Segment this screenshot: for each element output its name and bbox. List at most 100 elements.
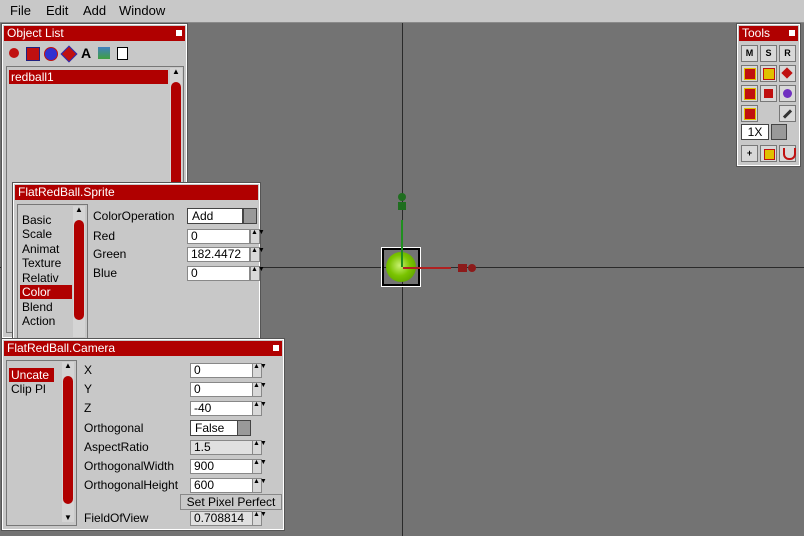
- scroll-thumb[interactable]: [74, 220, 84, 320]
- x-axis-arrow-icon[interactable]: [403, 267, 451, 269]
- menu-file[interactable]: File: [10, 3, 31, 18]
- attach-icon[interactable]: [741, 65, 758, 82]
- close-icon[interactable]: [789, 30, 795, 36]
- orthogonal-height-stepper[interactable]: ▲▼: [252, 478, 267, 493]
- close-icon[interactable]: [176, 30, 182, 36]
- list-item[interactable]: redball1: [9, 70, 168, 84]
- model-icon[interactable]: [42, 45, 58, 61]
- snap-grid-icon[interactable]: +: [741, 145, 758, 162]
- category-animat[interactable]: Animat: [20, 242, 72, 256]
- category-texture[interactable]: Texture: [20, 256, 72, 270]
- object-list-toolbar: A: [6, 44, 146, 63]
- orthogonal-height-field[interactable]: 600: [190, 478, 253, 493]
- tools-window: Tools M S R 1X +: [736, 23, 801, 167]
- sprite-add-icon[interactable]: [6, 45, 22, 61]
- link-icon[interactable]: [760, 85, 777, 102]
- category-action[interactable]: Action: [20, 314, 72, 328]
- sprite-window-titlebar[interactable]: FlatRedBall.Sprite: [15, 185, 258, 200]
- detach-icon[interactable]: [760, 65, 777, 82]
- empty-tool-slot: [760, 105, 777, 122]
- menu-add[interactable]: Add: [83, 3, 106, 18]
- category-relativ[interactable]: Relativ: [20, 271, 72, 285]
- x-stepper[interactable]: ▲▼: [252, 363, 267, 378]
- red-stepper[interactable]: ▲▼: [250, 229, 265, 244]
- y-label: Y: [84, 382, 93, 396]
- scroll-up-icon[interactable]: ▲: [63, 362, 73, 370]
- category-color[interactable]: Color: [20, 285, 72, 299]
- text-object-icon[interactable]: A: [78, 45, 94, 61]
- category-clip-pl[interactable]: Clip Pl: [9, 382, 54, 396]
- texture-icon[interactable]: [741, 105, 758, 122]
- sprite-category-scrollbar[interactable]: ▲: [73, 206, 85, 337]
- orthogonal-width-field[interactable]: 900: [190, 459, 253, 474]
- sprite-grid-icon[interactable]: [24, 45, 40, 61]
- orthogonal-height-label: OrthogonalHeight: [84, 478, 179, 492]
- y-axis-arrow-icon[interactable]: [401, 220, 403, 267]
- x-field[interactable]: 0: [190, 363, 253, 378]
- blue-stepper[interactable]: ▲▼: [250, 266, 265, 281]
- orthogonal-dropdown-icon[interactable]: [237, 420, 251, 436]
- z-field[interactable]: -40: [190, 401, 253, 416]
- green-stepper[interactable]: ▲▼: [250, 247, 265, 262]
- category-uncate[interactable]: Uncate: [9, 368, 54, 382]
- field-of-view-stepper[interactable]: ▲▼: [252, 511, 267, 526]
- color-operation-dropdown-icon[interactable]: [243, 208, 257, 224]
- tools-titlebar[interactable]: Tools: [739, 26, 798, 41]
- camera-window-titlebar[interactable]: FlatRedBall.Camera: [4, 341, 282, 356]
- red-field[interactable]: 0: [187, 229, 250, 244]
- sprite-properties-window: FlatRedBall.Sprite Basic Scale Animat Te…: [12, 182, 265, 346]
- object-list-titlebar[interactable]: Object List: [4, 26, 185, 41]
- orthogonal-width-label: OrthogonalWidth: [84, 459, 175, 473]
- paint-icon[interactable]: [779, 85, 796, 102]
- delete-icon[interactable]: [779, 65, 796, 82]
- aspect-ratio-stepper[interactable]: ▲▼: [252, 440, 267, 455]
- y-field[interactable]: 0: [190, 382, 253, 397]
- bound-icon[interactable]: [760, 145, 777, 162]
- category-scale[interactable]: Scale: [20, 227, 72, 241]
- scroll-thumb[interactable]: [63, 376, 73, 504]
- aspect-ratio-label: AspectRatio: [84, 440, 149, 454]
- menu-window[interactable]: Window: [119, 3, 165, 18]
- rotate-tool-button[interactable]: R: [779, 45, 796, 62]
- green-label: Green: [93, 247, 127, 261]
- zoom-level-button[interactable]: 1X: [741, 124, 769, 140]
- y-stepper[interactable]: ▲▼: [252, 382, 267, 397]
- close-icon[interactable]: [273, 345, 279, 351]
- sprite-window-title: FlatRedBall.Sprite: [18, 185, 115, 199]
- blue-field[interactable]: 0: [187, 266, 250, 281]
- color-operation-combo[interactable]: Add: [187, 208, 243, 224]
- tools-title: Tools: [742, 26, 771, 40]
- orthogonal-label: Orthogonal: [84, 421, 144, 435]
- x-axis-handle-icon[interactable]: [458, 263, 478, 273]
- x-label: X: [84, 363, 93, 377]
- eyedropper-icon[interactable]: [779, 105, 796, 122]
- camera-category-scrollbar[interactable]: ▲ ▼: [62, 362, 74, 522]
- aspect-ratio-field[interactable]: 1.5: [190, 440, 253, 455]
- object-list-title: Object List: [7, 26, 64, 40]
- orthogonal-width-stepper[interactable]: ▲▼: [252, 459, 267, 474]
- color-operation-label: ColorOperation: [93, 209, 175, 223]
- scroll-down-icon[interactable]: ▼: [63, 514, 73, 522]
- category-blend[interactable]: Blend: [20, 300, 72, 314]
- category-basic[interactable]: Basic: [20, 213, 72, 227]
- move-tool-button[interactable]: M: [741, 45, 758, 62]
- menu-edit[interactable]: Edit: [46, 3, 68, 18]
- set-pixel-perfect-button[interactable]: Set Pixel Perfect: [180, 494, 282, 510]
- scale-tool-button[interactable]: S: [760, 45, 777, 62]
- emitter-icon[interactable]: [60, 45, 78, 63]
- red-label: Red: [93, 229, 116, 243]
- image-icon[interactable]: [96, 45, 112, 61]
- zoom-toggle-button[interactable]: [771, 124, 787, 140]
- scroll-up-icon[interactable]: ▲: [74, 206, 84, 214]
- copy-icon[interactable]: [114, 45, 130, 61]
- magnet-icon[interactable]: [779, 145, 796, 162]
- z-stepper[interactable]: ▲▼: [252, 401, 267, 416]
- duplicate-icon[interactable]: [741, 85, 758, 102]
- blue-label: Blue: [93, 266, 118, 280]
- scroll-up-icon[interactable]: ▲: [171, 68, 181, 76]
- green-field[interactable]: 182.4472: [187, 247, 250, 262]
- sprite-category-list: Basic Scale Animat Texture Relativ Color…: [17, 204, 88, 341]
- field-of-view-field[interactable]: 0.708814: [190, 511, 253, 526]
- y-axis-handle-icon[interactable]: [397, 193, 407, 211]
- orthogonal-combo[interactable]: False: [190, 420, 238, 436]
